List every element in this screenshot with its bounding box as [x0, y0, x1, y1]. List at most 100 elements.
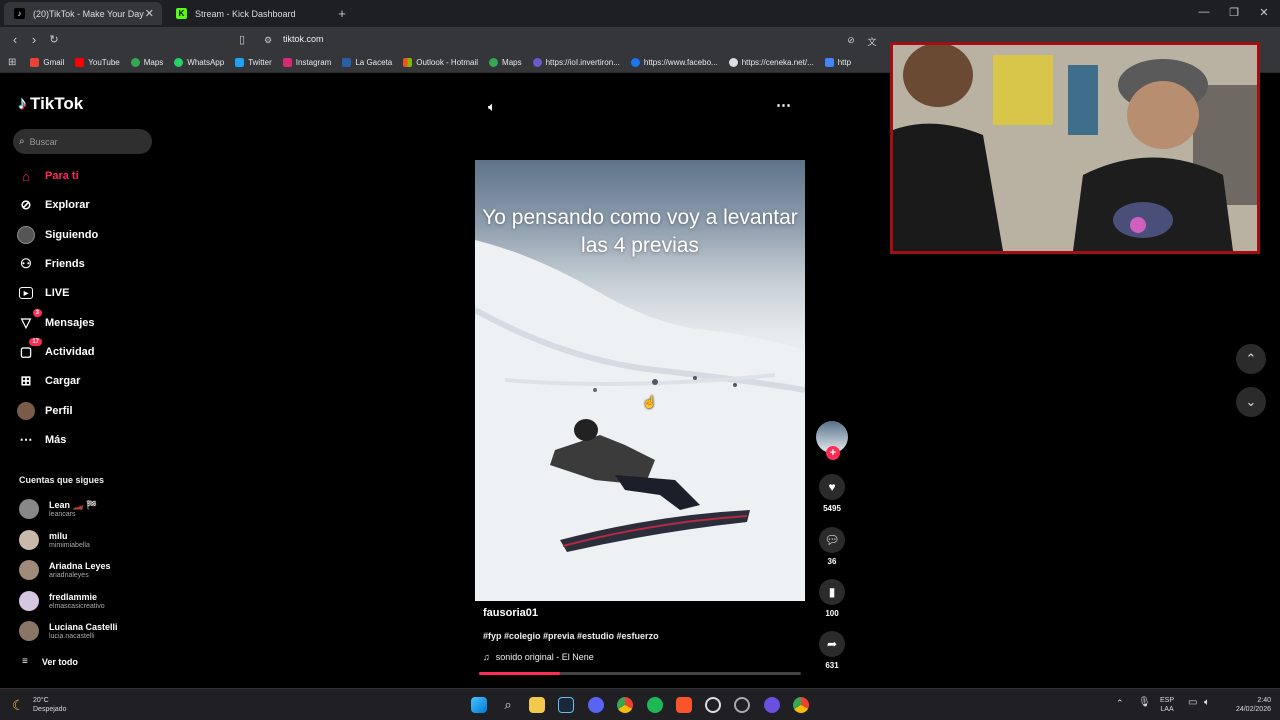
nav-siguiendo[interactable]: Siguiendo: [17, 225, 98, 245]
nav-cargar[interactable]: ⊞ Cargar: [17, 371, 81, 391]
url-field[interactable]: tiktok.com: [283, 34, 324, 44]
speaker-icon[interactable]: 🔈︎: [1204, 697, 1210, 708]
nav-para-ti[interactable]: ⌂ Para ti: [17, 166, 79, 186]
bookmark-facebook[interactable]: https://www.facebo...: [630, 58, 718, 67]
bookmark-ceneka[interactable]: https://ceneka.net/...: [728, 58, 814, 67]
see-all-label: Ver todo: [41, 656, 78, 667]
spotify-icon[interactable]: [647, 697, 663, 713]
apps-grid-icon[interactable]: ⊞: [8, 57, 16, 68]
microphone-icon[interactable]: 🎙︎: [1138, 697, 1151, 708]
bookmark-instagram[interactable]: Instagram: [282, 58, 331, 67]
video-author[interactable]: fausoria01: [483, 607, 538, 619]
search-input[interactable]: ⌕ Buscar: [13, 129, 152, 154]
close-window-button[interactable]: ✕: [1257, 6, 1271, 19]
nav-friends[interactable]: ⚇ Friends: [17, 254, 85, 274]
app-icon[interactable]: [764, 697, 780, 713]
bookmark-gmail[interactable]: Gmail: [30, 58, 64, 67]
bookmark-maps-2[interactable]: Maps: [489, 58, 522, 67]
nav-perfil[interactable]: Perfil: [17, 401, 73, 421]
weather-widget[interactable]: 20°C Despejado: [33, 696, 66, 714]
new-tab-button[interactable]: +: [335, 6, 349, 21]
bookmark-more[interactable]: http: [824, 58, 851, 67]
video-sound[interactable]: ♫ sonido original - El Nene: [483, 652, 594, 662]
bookmark-youtube[interactable]: YouTube: [75, 58, 120, 67]
nav-live[interactable]: ▶ LIVE: [17, 283, 69, 303]
nav-explorar[interactable]: ⊘ Explorar: [17, 195, 90, 215]
progress-fill: [479, 672, 560, 675]
video-progress-bar[interactable]: [479, 672, 801, 675]
tab-label: (20)TikTok - Make Your Day: [33, 8, 144, 19]
chrome-icon[interactable]: [617, 697, 633, 713]
windows-start-icon[interactable]: [471, 697, 487, 713]
volume-icon[interactable]: 🔈︎: [488, 99, 496, 115]
nav-actividad[interactable]: ▢ 17 Actividad: [17, 338, 95, 362]
bookmark-outlook[interactable]: Outlook - Hotmail: [403, 58, 478, 67]
video-player[interactable]: Yo pensando como voy a levantar las 4 pr…: [475, 160, 805, 601]
youtube-icon: [75, 58, 85, 67]
tiktok-logo[interactable]: ♪ TikTok: [18, 93, 83, 114]
previous-video-button[interactable]: ⌃: [1236, 344, 1266, 374]
nav-label: Explorar: [45, 199, 90, 211]
following-account[interactable]: Lean 🏎️ 🏁 leancars: [19, 499, 97, 519]
whatsapp-icon: [174, 58, 184, 67]
following-account[interactable]: fredlammie elmascasicreativo: [19, 591, 105, 611]
chrome-icon[interactable]: [793, 697, 809, 713]
maximize-button[interactable]: ❐: [1227, 6, 1241, 19]
video-hashtags[interactable]: #fyp #colegio #previa #estudio #esfuerzo: [483, 631, 659, 641]
forward-button[interactable]: ›: [26, 32, 42, 47]
next-video-button[interactable]: ⌄: [1236, 387, 1266, 417]
following-account[interactable]: Ariadna Leyes ariadnaleyes: [19, 560, 111, 580]
nav-mas[interactable]: ⋯ Más: [17, 430, 67, 450]
bookmark-label: https://ceneka.net/...: [741, 58, 814, 67]
bookmark-lagaceta[interactable]: La Gaceta: [342, 58, 392, 67]
brave-icon[interactable]: [676, 697, 692, 713]
account-handle: lucia.nacastelli: [49, 632, 95, 640]
following-account[interactable]: milu mimimiabella: [19, 530, 90, 550]
comment-button[interactable]: 💬︎ 36: [819, 527, 845, 566]
account-handle: leancars: [49, 510, 76, 518]
share-button[interactable]: ➦ 631: [819, 631, 845, 670]
close-tab-icon[interactable]: ✕: [145, 7, 154, 20]
like-button[interactable]: ♥ 5495: [819, 474, 845, 513]
avatar: [19, 591, 39, 611]
app-icon[interactable]: [734, 697, 750, 713]
steam-icon[interactable]: [558, 697, 574, 713]
avatar: [19, 530, 39, 550]
tray-chevron-icon[interactable]: ⌃: [1116, 698, 1124, 709]
see-all-button[interactable]: ≡ Ver todo: [22, 656, 78, 667]
maps-icon: [489, 58, 499, 67]
discord-icon[interactable]: [588, 697, 604, 713]
bookmark-invertiron[interactable]: https://ioI.invertiron...: [532, 58, 620, 67]
clock[interactable]: 2:40 24/02/2026: [1225, 696, 1271, 714]
chatgpt-icon[interactable]: [705, 697, 721, 713]
clock-time: 2:40: [1257, 697, 1271, 704]
back-button[interactable]: ‹: [7, 32, 23, 47]
minimize-button[interactable]: —: [1197, 6, 1211, 18]
extension-icon[interactable]: ⊘: [843, 35, 859, 46]
tab-tiktok[interactable]: ♪ (20)TikTok - Make Your Day ✕: [4, 2, 162, 25]
notification-badge: 3: [32, 309, 42, 317]
account-name: Luciana Castelli: [49, 621, 118, 632]
author-avatar-button[interactable]: +: [816, 421, 848, 460]
network-icon[interactable]: ▭: [1188, 697, 1197, 708]
tab-kick[interactable]: K Stream - Kick Dashboard: [166, 2, 332, 25]
messages-icon: ▽ 3: [17, 309, 42, 332]
save-button[interactable]: ▮ 100: [819, 579, 845, 618]
bookmark-icon[interactable]: ▯: [234, 33, 250, 46]
site-info-icon[interactable]: ⚙: [260, 35, 276, 46]
nav-label: Friends: [45, 258, 85, 270]
translate-icon[interactable]: 文: [864, 35, 880, 48]
search-icon[interactable]: ⌕: [500, 697, 516, 713]
follow-plus-icon[interactable]: +: [826, 446, 840, 460]
music-note-icon: ♫: [483, 652, 490, 662]
reload-icon[interactable]: ↻: [46, 33, 62, 46]
more-options-icon[interactable]: ⋯: [776, 96, 791, 114]
bookmark-maps[interactable]: Maps: [130, 58, 163, 67]
bookmark-whatsapp[interactable]: WhatsApp: [174, 58, 224, 67]
file-explorer-icon[interactable]: [529, 697, 545, 713]
activity-icon: ▢ 17: [17, 338, 42, 361]
following-account[interactable]: Luciana Castelli lucia.nacastelli: [19, 621, 118, 641]
bookmark-twitter[interactable]: Twitter: [235, 58, 272, 67]
nav-mensajes[interactable]: ▽ 3 Mensajes: [17, 309, 95, 333]
language-indicator[interactable]: ESP LAA: [1160, 696, 1174, 714]
